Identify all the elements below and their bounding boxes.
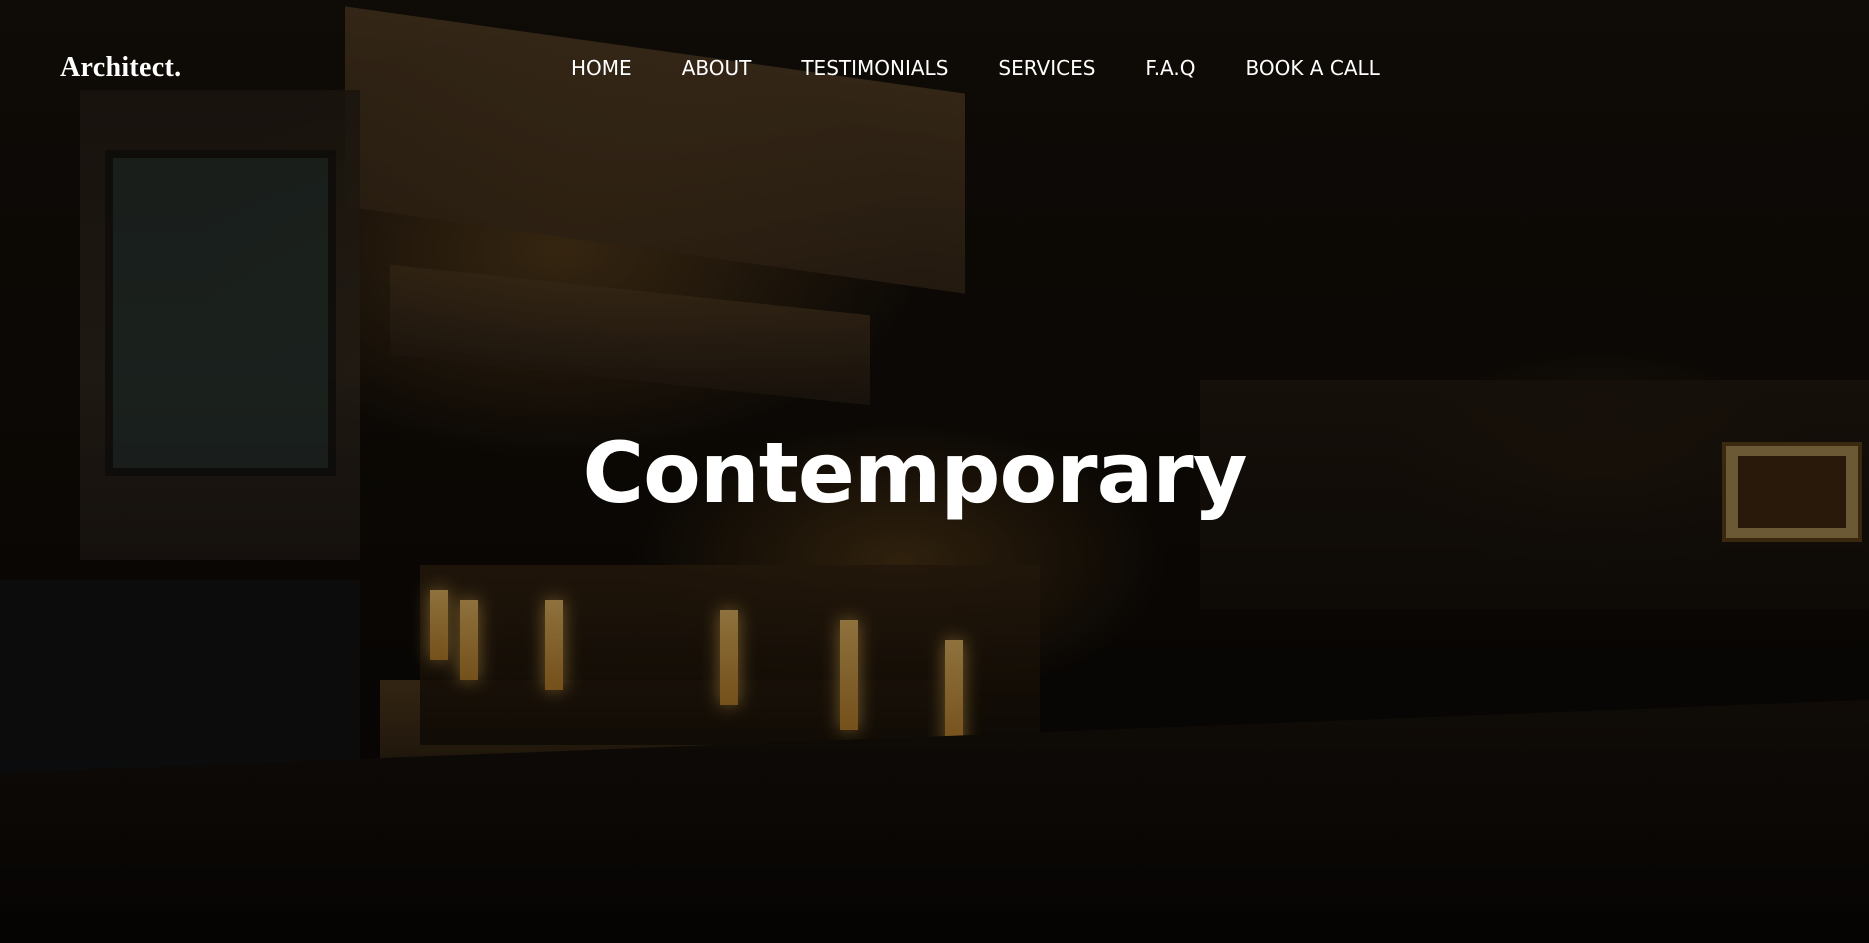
nav-services[interactable]: SERVICES: [998, 56, 1095, 80]
site-logo[interactable]: Architect.: [60, 52, 181, 84]
nav-testimonials[interactable]: TESTIMONIALS: [801, 56, 948, 80]
nav-home[interactable]: HOME: [571, 56, 632, 80]
site-header: Architect. HOME ABOUT TESTIMONIALS SERVI…: [0, 0, 1869, 140]
hero-section: Architect. HOME ABOUT TESTIMONIALS SERVI…: [0, 0, 1869, 943]
nav-faq[interactable]: F.A.Q: [1145, 56, 1195, 80]
nav-about[interactable]: ABOUT: [682, 56, 752, 80]
hero-headline: Contemporary: [582, 424, 1248, 522]
nav-book-a-call[interactable]: BOOK A CALL: [1245, 56, 1379, 80]
main-nav: HOME ABOUT TESTIMONIALS SERVICES F.A.Q B…: [571, 56, 1380, 80]
